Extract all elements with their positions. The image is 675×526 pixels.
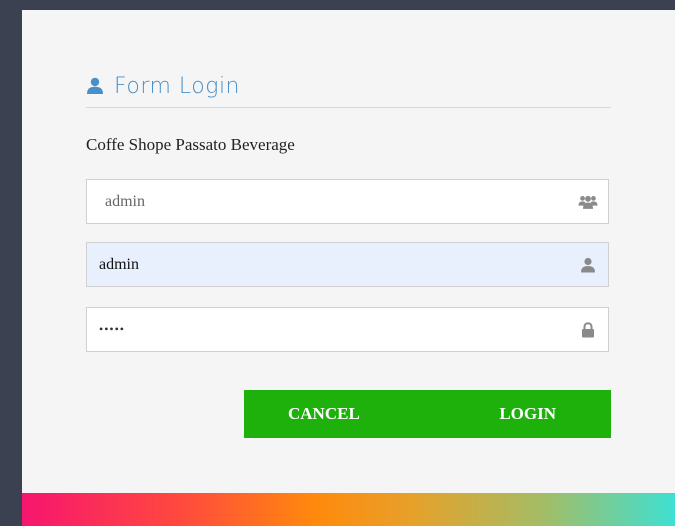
gradient-footer-bar [22,493,675,526]
username-input[interactable] [87,243,608,286]
shop-name: Coffe Shope Passato Beverage [86,135,295,154]
role-field[interactable] [86,179,609,224]
users-icon [578,193,598,211]
cancel-button[interactable]: CANCEL [244,390,422,438]
login-button[interactable]: LOGIN [422,390,611,438]
action-buttons: CANCEL LOGIN [244,390,611,438]
user-icon [578,256,598,274]
lock-icon [578,321,598,339]
role-input[interactable] [87,180,608,223]
password-input[interactable] [87,308,608,351]
password-field[interactable] [86,307,609,352]
user-icon [86,77,104,95]
header-divider [86,107,611,108]
form-title: Form Login [114,73,240,99]
form-header: Form Login [86,68,240,104]
username-field[interactable] [86,242,609,287]
